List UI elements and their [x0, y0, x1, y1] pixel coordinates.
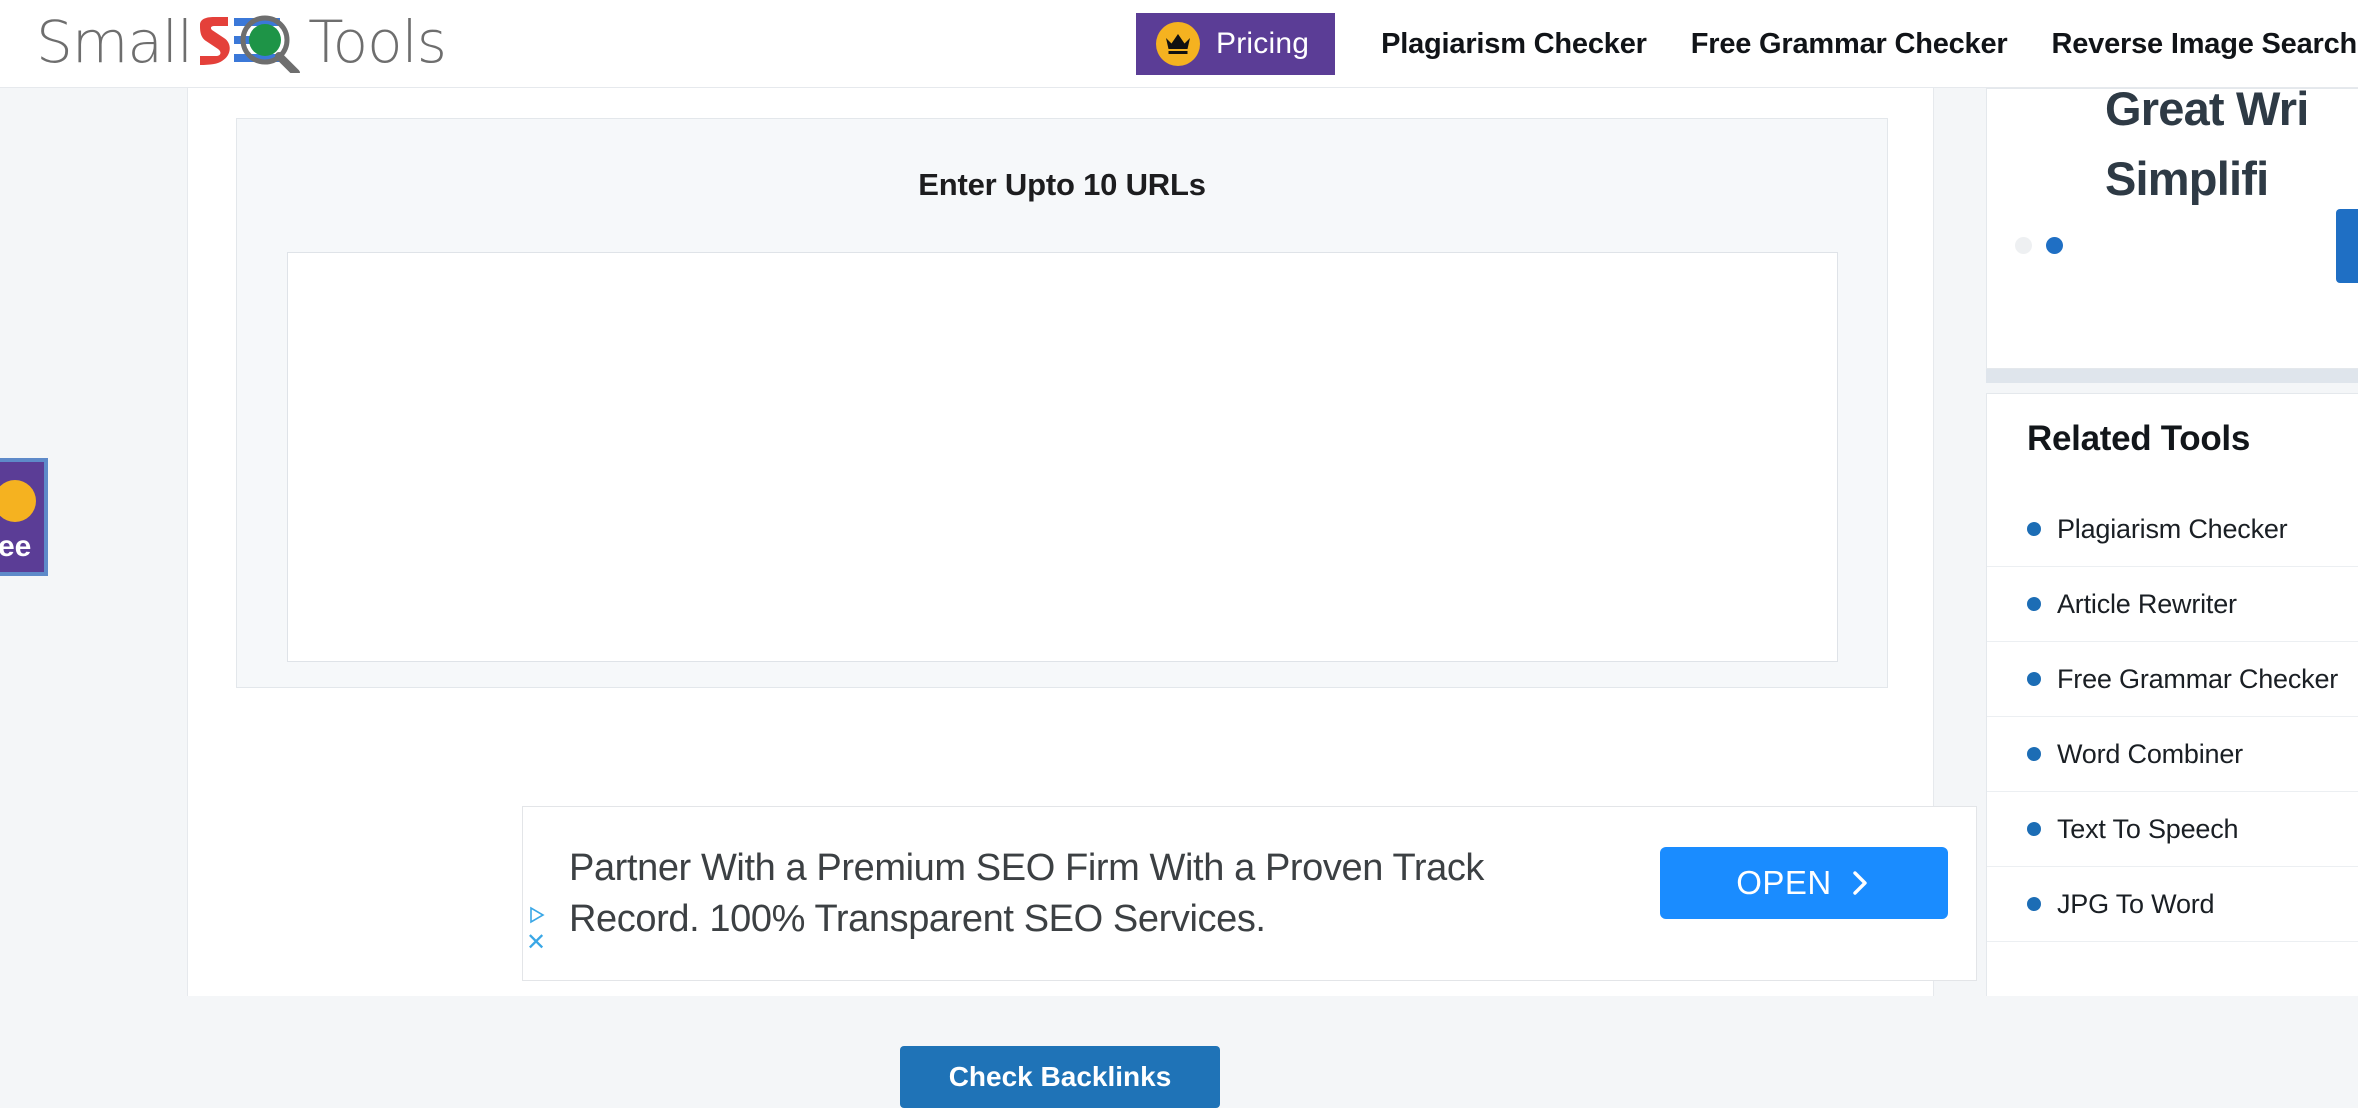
ad-headline: Partner With a Premium SEO Firm With a P…: [569, 847, 1485, 940]
chevron-right-icon: [1853, 871, 1867, 895]
left-widget-label: ee: [0, 530, 32, 563]
seo-magnifier-logo-icon: [194, 11, 306, 77]
promo-cta-button[interactable]: [2336, 209, 2358, 283]
related-tool-label: Word Combiner: [2057, 738, 2243, 769]
advertisement-banner[interactable]: Partner With a Premium SEO Firm With a P…: [522, 806, 1977, 981]
related-tool-item-text-to-speech[interactable]: Text To Speech: [1987, 792, 2358, 867]
carousel-dots: [2015, 237, 2063, 254]
related-tool-label: Free Grammar Checker: [2057, 663, 2339, 694]
left-floating-promo-widget[interactable]: ee: [0, 458, 48, 576]
nav-item-plagiarism-checker[interactable]: Plagiarism Checker: [1359, 28, 1669, 61]
close-icon[interactable]: ✕: [526, 931, 546, 955]
site-logo[interactable]: Small Tools: [36, 6, 447, 78]
related-tool-item-article-rewriter[interactable]: Article Rewriter: [1987, 567, 2358, 642]
ad-open-label: OPEN: [1736, 864, 1832, 901]
nav-item-free-grammar-checker[interactable]: Free Grammar Checker: [1669, 28, 2030, 61]
related-tool-label: Plagiarism Checker: [2057, 513, 2288, 544]
related-tool-item-jpg-to-word[interactable]: JPG To Word: [1987, 867, 2358, 942]
url-panel-title: Enter Upto 10 URLs: [918, 167, 1206, 202]
pricing-button[interactable]: Pricing: [1136, 13, 1336, 75]
bullet-icon: [2027, 747, 2041, 761]
crown-badge-icon: [0, 480, 36, 522]
main-navigation: Pricing Plagiarism Checker Free Grammar …: [1136, 0, 2358, 88]
related-tool-label: Article Rewriter: [2057, 588, 2237, 619]
site-header: Small Tools Pricing Plagiarism Checker F…: [0, 0, 2358, 88]
url-input-panel: Enter Upto 10 URLs: [236, 118, 1888, 688]
related-tool-item-free-grammar-checker[interactable]: Free Grammar Checker: [1987, 642, 2358, 717]
promo-headline-line-2: Simplifi: [2105, 152, 2269, 205]
sidebar-divider: [1986, 369, 2358, 383]
bullet-icon: [2027, 822, 2041, 836]
related-tools-title: Related Tools: [2027, 419, 2250, 458]
nav-item-reverse-image-search[interactable]: Reverse Image Search: [2030, 28, 2358, 61]
pricing-label: Pricing: [1216, 27, 1310, 60]
bullet-icon: [2027, 672, 2041, 686]
related-tools-card: Related Tools Plagiarism Checker Article…: [1986, 393, 2358, 996]
carousel-dot-1[interactable]: [2015, 237, 2032, 254]
related-tool-label: Text To Speech: [2057, 813, 2239, 844]
crown-icon: [1156, 22, 1200, 66]
url-input-textarea[interactable]: [287, 252, 1838, 662]
bullet-icon: [2027, 597, 2041, 611]
bullet-icon: [2027, 897, 2041, 911]
page-body: Enter Upto 10 URLs Partner With a Premiu…: [0, 88, 2358, 1108]
main-content-container: Enter Upto 10 URLs Partner With a Premiu…: [187, 88, 1977, 996]
logo-text-tools: Tools: [308, 8, 447, 76]
promo-headline-line-1: Great Wri: [2105, 88, 2309, 135]
promo-carousel-card[interactable]: Great Wri Simplifi: [1986, 88, 2358, 369]
carousel-dot-2[interactable]: [2046, 237, 2063, 254]
bullet-icon: [2027, 522, 2041, 536]
submit-check-button[interactable]: Check Backlinks: [900, 1046, 1220, 1108]
ad-open-button[interactable]: OPEN: [1660, 847, 1948, 919]
right-sidebar: Great Wri Simplifi Related Tools Plagiar…: [1986, 88, 2358, 996]
related-tool-item-word-combiner[interactable]: Word Combiner: [1987, 717, 2358, 792]
related-tool-item-plagiarism-checker[interactable]: Plagiarism Checker: [1987, 492, 2358, 567]
related-tools-list: Plagiarism Checker Article Rewriter Free…: [1987, 492, 2358, 942]
logo-text-small: Small: [36, 8, 193, 76]
related-tool-label: JPG To Word: [2057, 888, 2215, 919]
adchoices-icon[interactable]: [528, 905, 548, 925]
